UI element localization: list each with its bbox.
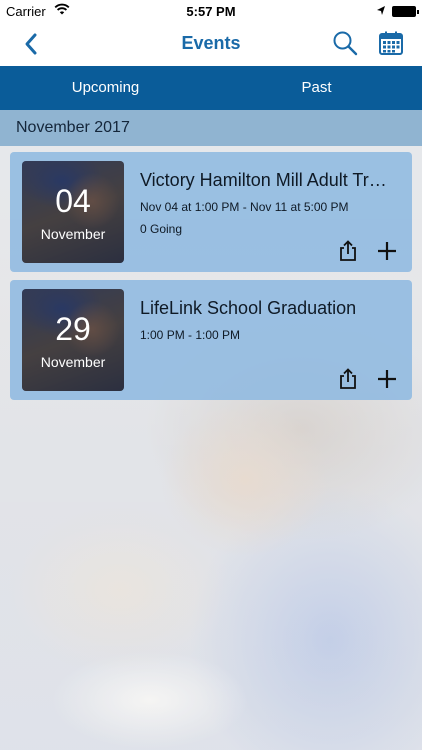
- share-button[interactable]: [338, 368, 358, 390]
- event-time: Nov 04 at 1:00 PM - Nov 11 at 5:00 PM: [140, 200, 349, 214]
- event-card[interactable]: 29 November LifeLink School Graduation 1…: [10, 280, 412, 400]
- status-bar: Carrier 5:57 PM: [0, 0, 422, 22]
- battery-icon: [392, 6, 419, 17]
- event-going-count: 0 Going: [140, 222, 183, 236]
- share-icon: [338, 240, 358, 266]
- search-button[interactable]: [332, 30, 358, 56]
- event-thumbnail: 29 November: [22, 289, 124, 391]
- search-icon: [332, 31, 358, 60]
- event-thumbnail: 04 November: [22, 161, 124, 263]
- calendar-button[interactable]: [378, 30, 404, 56]
- event-title: Victory Hamilton Mill Adult Tr…: [140, 170, 387, 190]
- plus-icon: [376, 370, 398, 394]
- tab-upcoming[interactable]: Upcoming: [0, 66, 211, 110]
- month-section-header: November 2017: [0, 110, 422, 146]
- share-icon: [338, 368, 358, 394]
- event-time: 1:00 PM - 1:00 PM: [140, 328, 241, 342]
- event-day: 04: [55, 183, 91, 219]
- share-button[interactable]: [338, 240, 358, 262]
- event-month: November: [40, 226, 106, 242]
- add-event-button[interactable]: [376, 368, 398, 390]
- add-event-button[interactable]: [376, 240, 398, 262]
- location-arrow-icon: [376, 4, 386, 19]
- tab-past[interactable]: Past: [211, 66, 422, 110]
- segmented-tabs: Upcoming Past: [0, 66, 422, 110]
- event-card[interactable]: 04 November Victory Hamilton Mill Adult …: [10, 152, 412, 272]
- event-title: LifeLink School Graduation: [140, 298, 357, 318]
- event-month: November: [40, 354, 106, 370]
- status-time: 5:57 PM: [186, 4, 236, 19]
- event-day: 29: [55, 311, 91, 347]
- calendar-icon: [378, 31, 404, 60]
- navigation-bar: Events: [0, 22, 422, 66]
- page-title: Events: [181, 33, 241, 53]
- plus-icon: [376, 242, 398, 266]
